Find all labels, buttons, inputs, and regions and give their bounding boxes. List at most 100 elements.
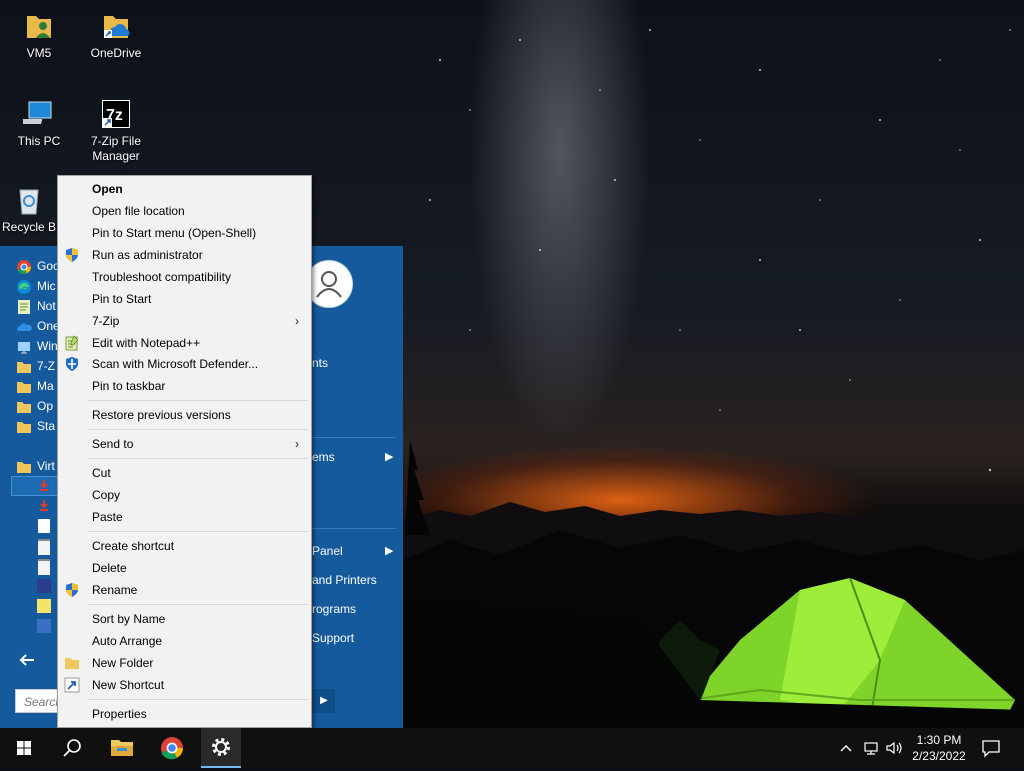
- onedrive-folder-icon: [100, 10, 132, 42]
- start-menu-help-support[interactable]: Support: [312, 631, 354, 645]
- notification-icon[interactable]: [980, 738, 1002, 758]
- chevron-right-icon: ›: [295, 437, 299, 451]
- taskbar-chrome[interactable]: [152, 728, 192, 768]
- start-menu-program-label: Win: [37, 339, 58, 353]
- folder-icon: [16, 359, 32, 375]
- context-menu: Open Open file location Pin to Start men…: [57, 175, 312, 728]
- volume-icon[interactable]: [885, 738, 903, 758]
- start-menu-program-label: 7-Z: [37, 359, 55, 373]
- taskbar-search-button[interactable]: [52, 728, 92, 768]
- menu-item-pin-to-taskbar[interactable]: Pin to taskbar: [58, 375, 311, 397]
- start-menu-program-label: Not: [37, 299, 56, 313]
- app-icon: [37, 619, 51, 633]
- chrome-icon: [16, 259, 32, 275]
- menu-item-label: New Shortcut: [92, 678, 165, 692]
- start-menu-separator: [312, 528, 396, 529]
- desktop-icon-recycle-bin[interactable]: Recycle B: [1, 184, 57, 235]
- menu-item-delete[interactable]: Delete: [58, 557, 311, 579]
- menu-item-label: Run as administrator: [92, 248, 203, 262]
- chevron-right-icon: ›: [295, 314, 299, 328]
- menu-item-label: Auto Arrange: [92, 634, 163, 648]
- desktop-icon-label: Recycle B: [1, 220, 57, 234]
- menu-item-label: Pin to Start: [92, 292, 152, 306]
- folder-icon: [16, 379, 32, 395]
- menu-item-properties[interactable]: Properties: [58, 703, 311, 725]
- menu-item-troubleshoot-compatibility[interactable]: Troubleshoot compatibility: [58, 266, 311, 288]
- menu-item-label: Sort by Name: [92, 612, 166, 626]
- menu-item-sort-by-name[interactable]: Sort by Name: [58, 608, 311, 630]
- menu-item-label: Properties: [92, 707, 147, 721]
- clock-date: 2/23/2022: [912, 749, 966, 763]
- back-arrow-icon[interactable]: [18, 652, 36, 668]
- start-menu-recent-items[interactable]: ems: [312, 450, 335, 464]
- start-button[interactable]: [4, 728, 44, 768]
- menu-item-label: Pin to taskbar: [92, 379, 166, 393]
- menu-item-copy[interactable]: Copy: [58, 484, 311, 506]
- start-menu-default-programs[interactable]: rograms: [312, 602, 356, 616]
- menu-item-open[interactable]: Open: [58, 178, 311, 200]
- menu-item-send-to[interactable]: Send to ›: [58, 433, 311, 455]
- menu-item-label: Create shortcut: [92, 539, 175, 553]
- chrome-icon: [161, 737, 183, 760]
- start-menu-selected-row[interactable]: [11, 476, 63, 496]
- menu-item-new-folder[interactable]: New Folder: [58, 652, 311, 674]
- chevron-up-icon[interactable]: [838, 738, 854, 758]
- folder-icon: [16, 419, 32, 435]
- menu-item-label: Restore previous versions: [92, 408, 231, 422]
- menu-separator: [88, 604, 308, 605]
- menu-item-edit-with-notepadpp[interactable]: Edit with Notepad++: [58, 332, 311, 354]
- menu-item-pin-to-start-openshell[interactable]: Pin to Start menu (Open-Shell): [58, 222, 311, 244]
- edge-icon: [16, 279, 32, 295]
- document-icon: [38, 539, 50, 555]
- menu-item-create-shortcut[interactable]: Create shortcut: [58, 535, 311, 557]
- red-arrow-icon: [38, 479, 50, 491]
- menu-separator: [88, 699, 308, 700]
- start-menu-control-panel[interactable]: Panel: [312, 544, 343, 558]
- menu-item-restore-previous-versions[interactable]: Restore previous versions: [58, 404, 311, 426]
- shortcut-icon: [64, 677, 80, 693]
- menu-item-scan-with-defender[interactable]: Scan with Microsoft Defender...: [58, 353, 311, 375]
- taskbar-file-explorer[interactable]: [102, 728, 142, 768]
- uac-shield-icon: [64, 582, 80, 598]
- recycle-bin-icon: [13, 184, 45, 216]
- menu-separator: [88, 458, 308, 459]
- file-explorer-icon: [111, 740, 133, 756]
- desktop-icon-7zip[interactable]: 7z 7-Zip File Manager: [78, 98, 154, 164]
- menu-item-label: Send to: [92, 437, 134, 451]
- menu-item-cut[interactable]: Cut: [58, 462, 311, 484]
- start-menu-documents[interactable]: nts: [312, 356, 328, 370]
- menu-item-paste[interactable]: Paste: [58, 506, 311, 528]
- windows-tools-icon: [16, 339, 32, 355]
- desktop-icon-label: This PC: [17, 134, 61, 148]
- desktop-icon-label: 7-Zip File Manager: [90, 134, 141, 163]
- menu-item-label: New Folder: [92, 656, 154, 670]
- network-icon[interactable]: [862, 738, 880, 758]
- menu-separator: [88, 429, 308, 430]
- desktop-icon-onedrive[interactable]: OneDrive: [78, 10, 154, 61]
- menu-item-open-file-location[interactable]: Open file location: [58, 200, 311, 222]
- start-menu-program-label: Ma: [37, 379, 54, 393]
- defender-shield-icon: [64, 356, 80, 372]
- menu-item-pin-to-start[interactable]: Pin to Start: [58, 288, 311, 310]
- menu-item-label: Edit with Notepad++: [92, 336, 201, 350]
- user-avatar[interactable]: [305, 260, 353, 308]
- clock-time: 1:30 PM: [916, 733, 962, 747]
- menu-item-auto-arrange[interactable]: Auto Arrange: [58, 630, 311, 652]
- folder-icon: [16, 459, 32, 475]
- desktop-icon-vm5[interactable]: VM5: [1, 10, 77, 61]
- start-menu-separator: [312, 437, 396, 438]
- start-search-go-button[interactable]: ▶: [313, 689, 335, 713]
- start-menu-devices-printers[interactable]: and Printers: [312, 573, 377, 587]
- folder-icon: [64, 655, 80, 671]
- taskbar: 1:30 PM 2/23/2022: [0, 728, 1024, 768]
- menu-item-run-as-administrator[interactable]: Run as administrator: [58, 244, 311, 266]
- menu-item-label: Scan with Microsoft Defender...: [92, 357, 259, 371]
- menu-item-rename[interactable]: Rename: [58, 579, 311, 601]
- taskbar-settings[interactable]: [201, 728, 241, 768]
- taskbar-clock[interactable]: 1:30 PM 2/23/2022: [906, 732, 972, 764]
- desktop-icon-label: VM5: [26, 46, 52, 60]
- menu-item-7zip[interactable]: 7-Zip ›: [58, 310, 311, 332]
- document-icon: [38, 559, 50, 575]
- desktop-icon-this-pc[interactable]: This PC: [1, 98, 77, 149]
- menu-item-new-shortcut[interactable]: New Shortcut: [58, 674, 311, 696]
